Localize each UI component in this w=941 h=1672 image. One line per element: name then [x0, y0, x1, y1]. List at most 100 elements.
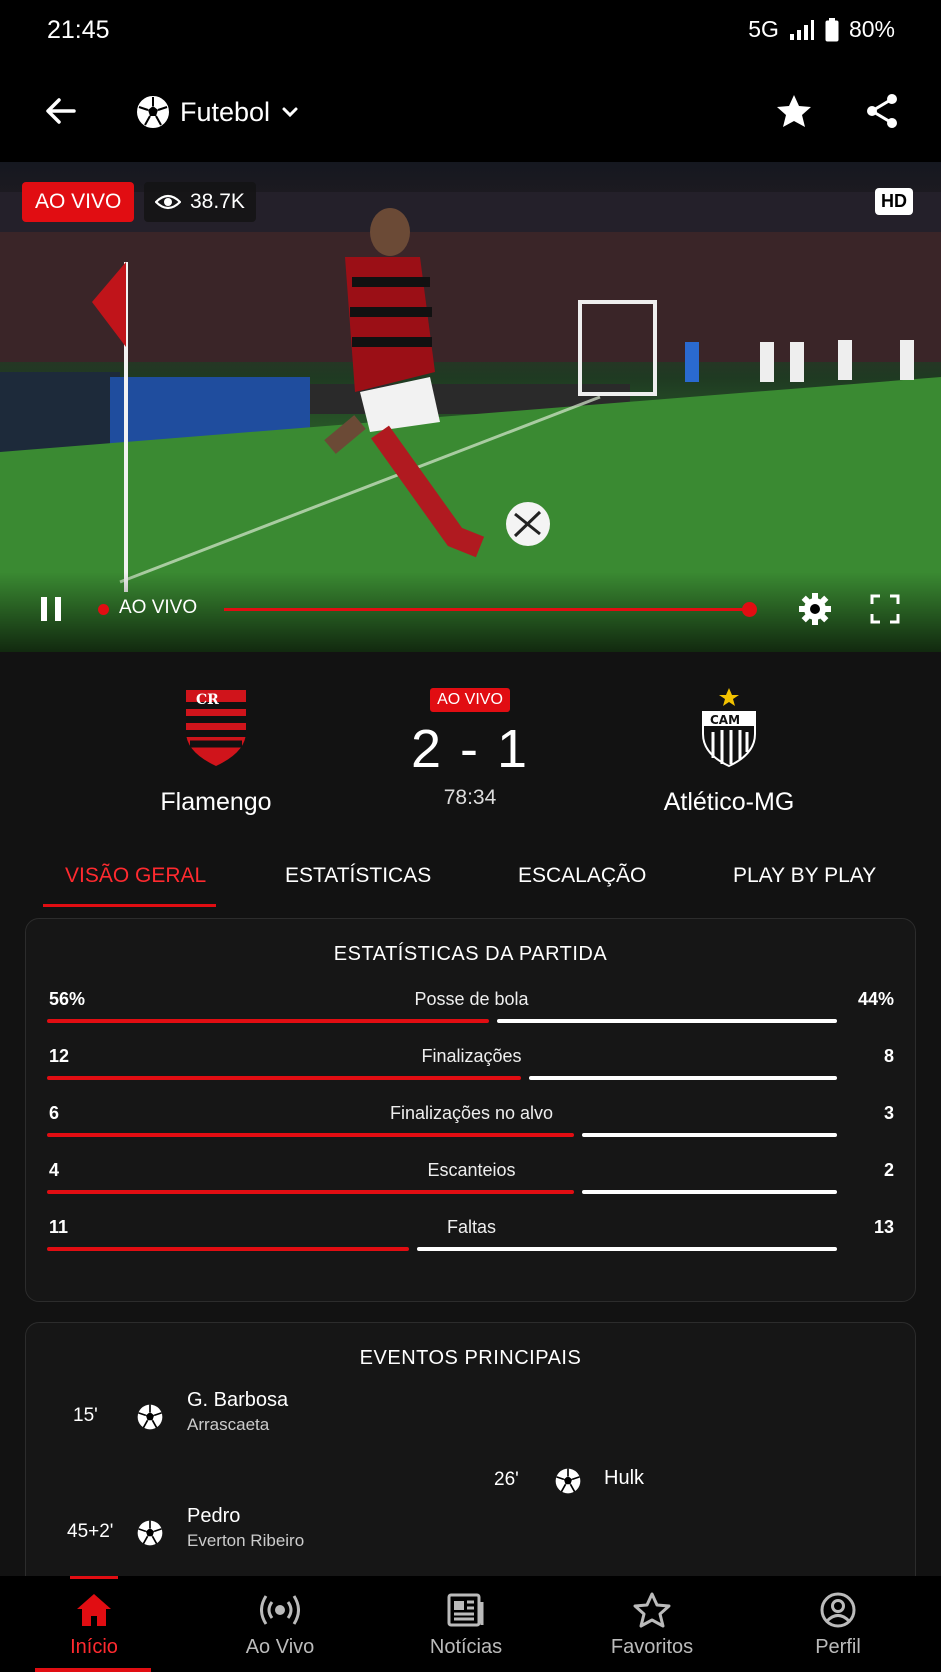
broadcast-icon [260, 1595, 300, 1625]
goal-ball-icon [137, 1520, 163, 1546]
away-team[interactable]: CAM Atlético-MG [609, 688, 849, 817]
status-indicators: 5G 80% [748, 16, 895, 43]
stat-away-value: 13 [873, 1217, 894, 1237]
nav-live[interactable]: Ao Vivo [186, 1576, 374, 1672]
active-tab-indicator [43, 904, 216, 907]
stat-label: Posse de bola [414, 989, 529, 1009]
home-team-name: Flamengo [160, 788, 272, 816]
goal-ball-icon [555, 1468, 581, 1494]
stat-away-bar [582, 1190, 837, 1194]
stat-away-bar [497, 1019, 837, 1023]
event-player: Hulk [604, 1467, 645, 1489]
stat-home-bar [47, 1133, 574, 1137]
home-icon [77, 1594, 111, 1626]
event-minute: 15' [73, 1405, 98, 1426]
stat-label: Faltas [446, 1217, 497, 1237]
stat-away-bar [529, 1076, 837, 1080]
profile-icon [820, 1592, 856, 1628]
sport-label: Futebol [180, 96, 271, 127]
svg-text:CR: CR [196, 692, 219, 708]
soccer-ball-icon [137, 96, 169, 128]
network-label: 5G [748, 16, 779, 42]
news-icon [447, 1593, 484, 1627]
match-live-badge: AO VIVO [430, 688, 510, 712]
tab-play-by-play[interactable]: PLAY BY PLAY [733, 864, 876, 888]
tab-lineup[interactable]: ESCALAÇÃO [518, 864, 646, 888]
tab-overview[interactable]: VISÃO GERAL [65, 864, 206, 888]
stat-away-bar [582, 1133, 837, 1137]
tab-statistics[interactable]: ESTATÍSTICAS [285, 864, 431, 888]
nav-favorites[interactable]: Favoritos [558, 1576, 746, 1672]
stat-row: 6 Finalizações no alvo 3 [26, 1103, 917, 1159]
star-outline-icon [633, 1592, 671, 1628]
stat-row: 11 Faltas 13 [26, 1217, 917, 1273]
stat-home-bar [47, 1247, 409, 1251]
stats-title: ESTATÍSTICAS DA PARTIDA [333, 943, 608, 965]
atletico-mg-crest: CAM [702, 688, 756, 768]
app-header: Futebol [0, 64, 941, 162]
away-team-name: Atlético-MG [663, 788, 795, 816]
player-controls: AO VIVO [0, 572, 941, 652]
scoreboard: CR Flamengo AO VIVO 2 - 1 78:34 CAM Atlé… [0, 652, 941, 832]
home-team[interactable]: CR Flamengo [96, 688, 336, 817]
event-player: G. Barbosa [187, 1389, 289, 1411]
stat-label: Escanteios [427, 1160, 516, 1180]
nav-live-label: Ao Vivo [245, 1636, 315, 1658]
progress-knob[interactable] [742, 602, 757, 617]
match-score: 2 - 1 [410, 719, 530, 779]
svg-text:CAM: CAM [710, 713, 740, 727]
stat-away-value: 44% [857, 989, 894, 1009]
signal-icon [789, 19, 814, 40]
nav-profile[interactable]: Perfil [744, 1576, 932, 1672]
stat-label: Finalizações no alvo [389, 1103, 554, 1123]
hd-badge[interactable]: HD [875, 188, 913, 215]
nav-favorites-label: Favoritos [610, 1636, 694, 1658]
eye-icon [155, 194, 181, 210]
viewer-count: 38.7K [144, 182, 256, 222]
live-dot [98, 604, 109, 615]
nav-news-label: Notícias [429, 1636, 503, 1658]
home-indicator [35, 1668, 151, 1672]
event-minute: 26' [494, 1469, 519, 1490]
nav-profile-label: Perfil [815, 1636, 861, 1658]
event-item[interactable]: 26' Hulk [26, 1451, 917, 1501]
stat-row: 4 Escanteios 2 [26, 1160, 917, 1216]
status-bar: 21:45 5G 80% [0, 0, 941, 64]
nav-home-label: Início [70, 1636, 118, 1658]
bottom-navigation: Início Ao Vivo Notícias Favoritos Perfil [0, 1576, 941, 1672]
fullscreen-icon[interactable] [866, 590, 904, 628]
score-center: AO VIVO 2 - 1 78:34 [370, 688, 570, 810]
match-tabs: VISÃO GERAL ESTATÍSTICAS ESCALAÇÃO PLAY … [0, 848, 941, 908]
status-time: 21:45 [47, 16, 110, 44]
match-clock: 78:34 [443, 786, 497, 809]
events-title: EVENTOS PRINCIPAIS [359, 1347, 582, 1369]
pause-icon[interactable] [38, 594, 66, 624]
video-player[interactable]: AO VIVO 38.7K HD AO VIVO [0, 162, 941, 652]
battery-level: 80% [848, 16, 895, 42]
stat-row: 12 Finalizações 8 [26, 1046, 917, 1102]
stat-row: 56% Posse de bola 44% [26, 989, 917, 1045]
event-assist: Arrascaeta [187, 1415, 270, 1434]
event-player: Pedro [187, 1505, 241, 1527]
sport-selector[interactable]: Futebol [136, 90, 300, 134]
settings-gear-icon[interactable] [796, 590, 834, 628]
stat-away-value: 2 [883, 1160, 894, 1180]
flamengo-crest: CR [186, 690, 246, 766]
stat-label: Finalizações [421, 1046, 522, 1066]
viewer-count-value: 38.7K [190, 190, 245, 213]
event-assist: Everton Ribeiro [187, 1531, 305, 1550]
live-badge: AO VIVO [22, 182, 135, 222]
star-icon[interactable] [773, 90, 815, 132]
stat-away-value: 3 [883, 1103, 894, 1123]
progress-bar[interactable] [224, 608, 750, 611]
event-item[interactable]: 15' G. Barbosa Arrascaeta [26, 1389, 917, 1439]
nav-news[interactable]: Notícias [372, 1576, 560, 1672]
nav-home[interactable]: Início [0, 1576, 188, 1672]
share-icon[interactable] [861, 90, 903, 132]
live-label: AO VIVO [119, 597, 198, 618]
match-stats-card: ESTATÍSTICAS DA PARTIDA 56% Posse de bola… [25, 918, 916, 1302]
back-arrow-icon[interactable] [40, 90, 82, 132]
battery-icon [825, 17, 839, 41]
event-item[interactable]: 45+2' Pedro Everton Ribeiro [26, 1505, 917, 1555]
stat-home-bar [47, 1190, 574, 1194]
